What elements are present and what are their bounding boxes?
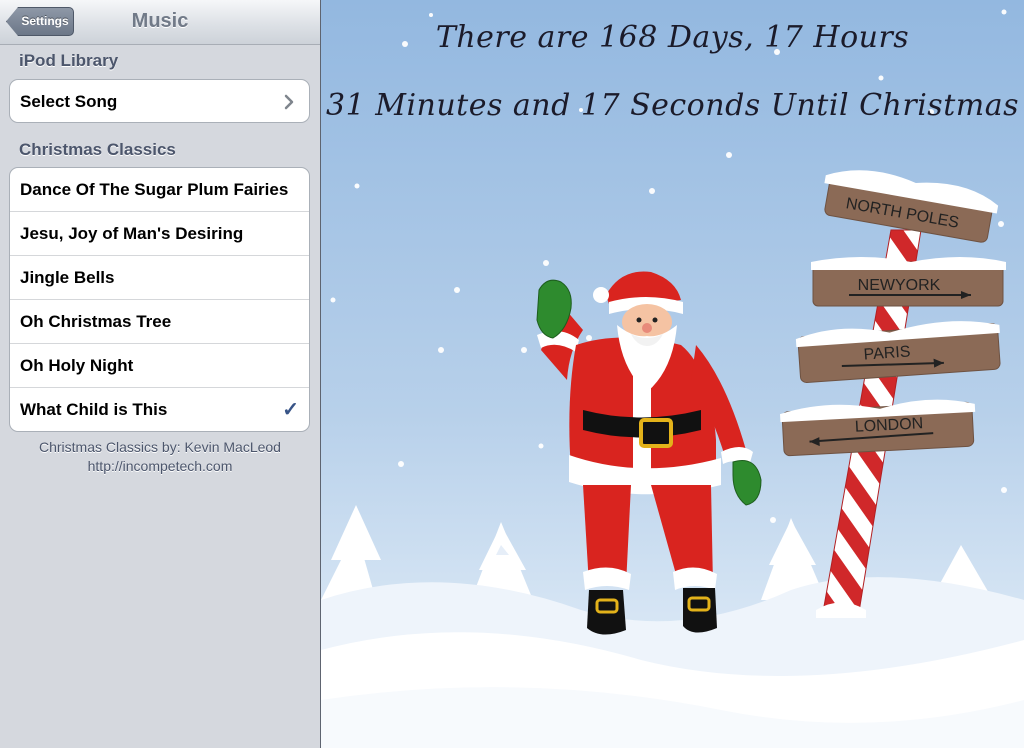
chevron-right-icon xyxy=(283,80,297,122)
song-title: Jingle Bells xyxy=(20,268,115,287)
nav-title: Music xyxy=(131,10,189,32)
credit-url: http://incompetech.com xyxy=(87,458,233,474)
sign-label: PARIS xyxy=(863,343,911,363)
sign-label: LONDON xyxy=(854,415,923,436)
countdown-line-1: There are 168 Days, 17 Hours xyxy=(435,20,910,55)
song-cell[interactable]: Jingle Bells xyxy=(10,256,309,300)
back-button-label: Settings xyxy=(21,14,69,28)
song-cell-selected[interactable]: What Child is This ✓ xyxy=(10,388,309,431)
navigation-bar: Settings Music xyxy=(0,0,320,45)
select-song-cell[interactable]: Select Song xyxy=(10,80,309,122)
song-cell[interactable]: Oh Holy Night xyxy=(10,344,309,388)
song-title: Oh Christmas Tree xyxy=(20,312,172,331)
settings-pane: Settings Music iPod Library Select Song … xyxy=(0,0,320,748)
song-cell[interactable]: Oh Christmas Tree xyxy=(10,300,309,344)
christmas-classics-group: Dance Of The Sugar Plum Fairies Jesu, Jo… xyxy=(9,167,310,432)
countdown-line-2: 31 Minutes and 17 Seconds Until Christma… xyxy=(326,88,1019,123)
song-title: Oh Holy Night xyxy=(20,356,134,375)
signpost: NORTH POLES NEWYORK PARIS LONDON xyxy=(780,170,1006,618)
christmas-countdown-scene: NORTH POLES NEWYORK PARIS LONDON There a… xyxy=(321,0,1024,748)
song-title: Dance Of The Sugar Plum Fairies xyxy=(20,180,289,199)
credits-footer: Christmas Classics by: Kevin MacLeod htt… xyxy=(0,438,320,476)
section-header-christmas-classics: Christmas Classics xyxy=(19,140,176,159)
song-cell[interactable]: Jesu, Joy of Man's Desiring xyxy=(10,212,309,256)
checkmark-icon: ✓ xyxy=(282,399,299,421)
santa-claus xyxy=(536,271,762,635)
section-header-ipod-library: iPod Library xyxy=(19,51,119,70)
settings-back-button[interactable]: Settings xyxy=(6,7,74,36)
select-song-label: Select Song xyxy=(20,92,118,111)
song-title: Jesu, Joy of Man's Desiring xyxy=(20,224,244,243)
sign-label: NEWYORK xyxy=(858,277,941,294)
credit-text: Christmas Classics by: Kevin MacLeod xyxy=(39,439,281,455)
ipod-library-group: Select Song xyxy=(9,79,310,123)
song-title: What Child is This xyxy=(20,400,168,419)
song-cell[interactable]: Dance Of The Sugar Plum Fairies xyxy=(10,168,309,212)
